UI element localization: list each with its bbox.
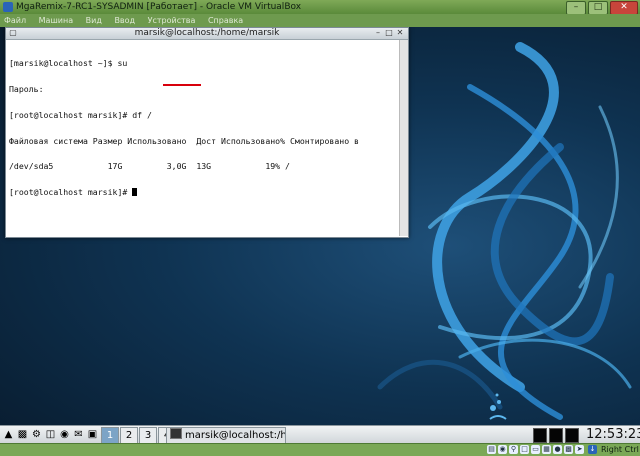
- terminal-line: [root@localhost marsik]# df /: [9, 109, 152, 120]
- host-key-label: Right Ctrl: [601, 445, 639, 454]
- terminal-prompt: [root@localhost marsik]#: [9, 187, 133, 198]
- menu-view[interactable]: Вид: [86, 16, 102, 25]
- window-controls: – □ ✕: [566, 1, 638, 15]
- restore-icon[interactable]: □: [588, 1, 608, 15]
- mail-icon[interactable]: ✉: [72, 428, 85, 441]
- menu-help[interactable]: Справка: [208, 16, 243, 25]
- usb-icon[interactable]: ⚲: [509, 445, 518, 454]
- cpu-icon[interactable]: ▩: [564, 445, 573, 454]
- terminal-minimize-icon[interactable]: –: [374, 29, 382, 37]
- optical-drive-icon[interactable]: ◉: [498, 445, 507, 454]
- terminal-line: /dev/sda5 17G 3,0G 13G 19% /: [9, 161, 290, 172]
- tray-item-icon[interactable]: [549, 428, 563, 443]
- tray-item-icon[interactable]: [565, 428, 579, 443]
- terminal-menu-icon[interactable]: ▢: [9, 29, 17, 37]
- harddisk-icon[interactable]: ▤: [487, 445, 496, 454]
- terminal-line: Пароль:: [9, 83, 44, 94]
- menu-devices[interactable]: Устройства: [148, 16, 196, 25]
- control-center-icon[interactable]: ⚙: [30, 428, 43, 441]
- task-label: marsik@localhost:/ho...: [185, 430, 285, 441]
- system-tray: [533, 428, 579, 443]
- taskbar: ▲ ▩ ⚙ ◫ ◉ ✉ ▣ 1 2 3 4 marsik@localhost:/…: [0, 425, 640, 444]
- terminal-titlebar: ▢ marsik@localhost:/home/marsik – □ ✕: [6, 28, 408, 40]
- display-icon[interactable]: ▭: [531, 445, 540, 454]
- terminal-scrollbar[interactable]: [399, 40, 408, 236]
- browser-icon[interactable]: ◉: [58, 428, 71, 441]
- terminal-line: Файловая система Размер Использовано Дос…: [9, 135, 359, 146]
- guest-desktop: ▢ marsik@localhost:/home/marsik – □ ✕ [m…: [0, 27, 640, 425]
- recording-icon[interactable]: ●: [553, 445, 562, 454]
- menu-machine[interactable]: Машина: [39, 16, 73, 25]
- terminal-task-icon: [170, 428, 182, 439]
- vbox-statusbar: ▤ ◉ ⚲ □ ▭ ▦ ● ▩ ➤ ↓ Right Ctrl: [0, 443, 640, 456]
- pager-desktop-2[interactable]: 2: [120, 427, 138, 444]
- shared-folders-icon[interactable]: □: [520, 445, 529, 454]
- terminal-line: [marsik@localhost ~]$ su: [9, 58, 128, 69]
- terminal-launcher-icon[interactable]: ▣: [86, 428, 99, 441]
- close-icon[interactable]: ✕: [610, 1, 638, 15]
- host-key-icon: ↓: [588, 445, 597, 454]
- menu-file[interactable]: Файл: [4, 16, 26, 25]
- network-icon[interactable]: ▦: [542, 445, 551, 454]
- pager-desktop-1[interactable]: 1: [101, 427, 119, 444]
- terminal-prompt-line: [root@localhost marsik]#: [9, 188, 405, 197]
- pager-desktop-3[interactable]: 3: [139, 427, 157, 444]
- terminal-output[interactable]: [marsik@localhost ~]$ su Пароль: [root@l…: [6, 40, 408, 224]
- file-manager-icon[interactable]: ◫: [44, 428, 57, 441]
- vbox-menubar: Файл Машина Вид Ввод Устройства Справка: [0, 14, 640, 27]
- vbox-titlebar: MgaRemix-7-RC1-SYSADMIN [Работает] - Ora…: [0, 0, 640, 15]
- mouse-integration-icon[interactable]: ➤: [575, 445, 584, 454]
- clock[interactable]: 12:53:23: [586, 427, 640, 443]
- terminal-maximize-icon[interactable]: □: [385, 29, 393, 37]
- taskbar-terminal-task[interactable]: marsik@localhost:/ho...: [166, 427, 286, 444]
- terminal-title: marsik@localhost:/home/marsik: [134, 28, 280, 38]
- tray-item-icon[interactable]: [533, 428, 547, 443]
- desktop-pager: 1 2 3 4: [101, 427, 176, 444]
- text-cursor: [132, 188, 138, 197]
- terminal-close-icon[interactable]: ✕: [396, 29, 404, 37]
- highlight-underline: [163, 84, 201, 86]
- minimize-icon[interactable]: –: [566, 1, 586, 15]
- terminal-window[interactable]: ▢ marsik@localhost:/home/marsik – □ ✕ [m…: [5, 27, 409, 238]
- window-title: MgaRemix-7-RC1-SYSADMIN [Работает] - Ora…: [16, 2, 302, 12]
- show-desktop-icon[interactable]: ▩: [16, 428, 29, 441]
- virtualbox-logo-icon: [3, 2, 13, 12]
- menu-input[interactable]: Ввод: [114, 16, 135, 25]
- start-menu-icon[interactable]: ▲: [2, 428, 15, 441]
